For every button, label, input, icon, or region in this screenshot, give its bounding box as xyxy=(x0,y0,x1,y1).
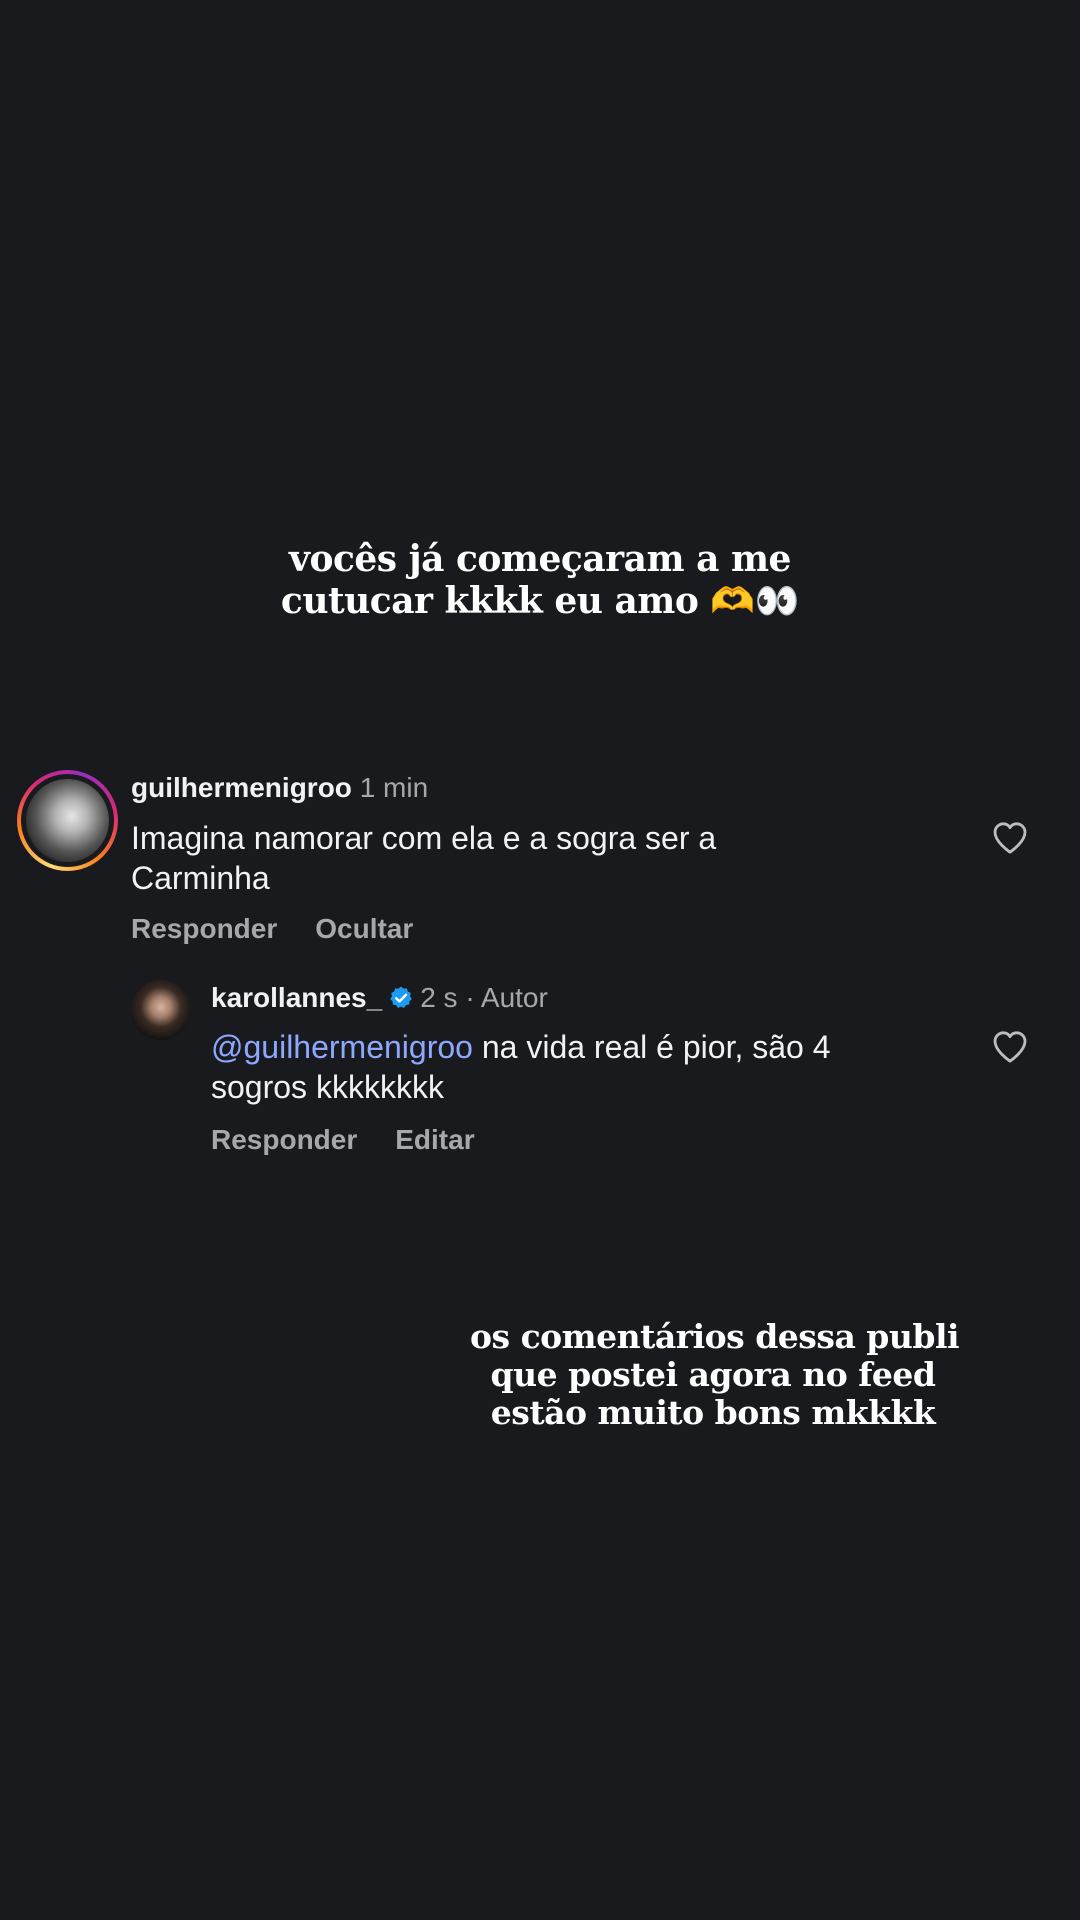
comment-text-line-1: Imagina namorar com ela e a sogra ser a xyxy=(131,820,717,856)
comment-time: 1 min xyxy=(359,772,429,803)
story-caption-top: vocês já começaram a me cutucar kkkk eu … xyxy=(240,538,840,622)
reply-button[interactable]: Responder xyxy=(131,913,277,944)
caption-bottom-line-3: estão muito bons mkkkk xyxy=(490,1393,936,1432)
reply-username[interactable]: karollannes_ xyxy=(211,982,382,1013)
reply-text: @guilhermenigroo na vida real é pior, sã… xyxy=(211,1027,951,1107)
comment-header: guilhermenigroo 1 min xyxy=(131,771,428,805)
meta-separator: · xyxy=(465,982,475,1013)
reply-time: 2 s xyxy=(420,982,458,1013)
hide-button[interactable]: Ocultar xyxy=(315,913,413,944)
reply-text-part: na vida real é pior, são 4 xyxy=(472,1029,831,1065)
comment-text: Imagina namorar com ela e a sogra ser a … xyxy=(131,818,811,898)
mention-link[interactable]: @guilhermenigroo xyxy=(211,1029,473,1065)
story-caption-bottom: os comentários dessa publi que postei ag… xyxy=(470,1317,960,1432)
caption-top-line-1: vocês já começaram a me xyxy=(289,538,791,580)
reply-header: karollannes_ 2 s · Autor xyxy=(211,981,548,1015)
caption-bottom-line-1: os comentários dessa publi xyxy=(470,1317,960,1356)
caption-top-line-2: cutucar kkkk eu amo 🫶👀 xyxy=(280,580,800,622)
avatar[interactable] xyxy=(26,779,109,862)
comment-actions: Responder Ocultar xyxy=(131,912,451,946)
comment-username[interactable]: guilhermenigroo xyxy=(131,772,352,803)
comment-text-line-2: Carminha xyxy=(131,860,270,896)
caption-bottom-line-2: que postei agora no feed xyxy=(490,1355,936,1394)
reply-actions: Responder Editar xyxy=(211,1123,513,1157)
reply-button[interactable]: Responder xyxy=(211,1124,357,1155)
verified-badge-icon xyxy=(390,986,413,1008)
heart-outline-icon[interactable] xyxy=(989,1027,1031,1067)
edit-button[interactable]: Editar xyxy=(395,1124,474,1155)
reply-text-line-2: sogros kkkkkkkk xyxy=(211,1069,444,1105)
reply-text-line-1: @guilhermenigroo na vida real é pior, sã… xyxy=(211,1027,951,1067)
heart-outline-icon[interactable] xyxy=(989,818,1031,858)
avatar[interactable] xyxy=(131,980,191,1040)
author-badge: Autor xyxy=(480,982,548,1013)
